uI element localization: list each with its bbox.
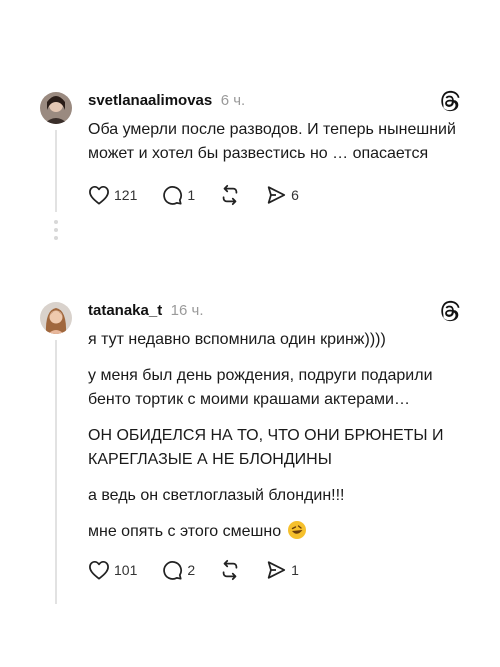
like-count: 101 (114, 562, 138, 578)
username[interactable]: svetlanaalimovas (88, 92, 212, 109)
comment-icon (163, 186, 183, 205)
thread-line (55, 130, 57, 212)
like-button[interactable]: 101 (88, 560, 137, 580)
share-icon (267, 561, 286, 579)
repost-button[interactable] (219, 184, 241, 206)
avatar[interactable] (40, 92, 72, 124)
action-bar: 121 1 6 (88, 183, 460, 207)
action-bar: 101 2 1 (88, 558, 460, 582)
thread-continuation-dots (52, 220, 60, 244)
like-count: 121 (114, 187, 138, 203)
heart-icon (89, 560, 109, 580)
timestamp: 6 ч. (220, 92, 246, 109)
avatar[interactable] (40, 302, 72, 334)
heart-icon (89, 185, 109, 205)
repost-icon (222, 559, 238, 581)
post-text: у меня был день рождения, подруги подари… (88, 367, 433, 408)
rofl-emoji-icon (287, 521, 306, 539)
reply-count: 1 (187, 187, 196, 203)
post-text: а ведь он светлоглазый блондин!!! (88, 487, 345, 504)
reply-button[interactable]: 1 (161, 184, 195, 206)
share-button[interactable]: 1 (265, 559, 299, 581)
threads-logo-icon (441, 300, 460, 322)
post-text: я тут недавно вспомнила один кринж)))) (88, 331, 386, 348)
share-icon (267, 186, 286, 204)
comment-icon (163, 561, 183, 580)
share-count: 1 (291, 562, 299, 578)
threads-logo-icon (441, 90, 460, 112)
thread-line (55, 340, 57, 604)
repost-button[interactable] (219, 559, 241, 581)
post-text: ОН ОБИДЕЛСЯ НА ТО, ЧТО ОНИ БРЮНЕТЫ И КАР… (88, 427, 444, 468)
post-text: мне опять с этого смешно (88, 523, 282, 540)
timestamp: 16 ч. (170, 302, 204, 319)
share-button[interactable]: 6 (265, 184, 299, 206)
reply-count: 2 (187, 562, 196, 578)
reply-button[interactable]: 2 (161, 559, 195, 581)
post-text: Оба умерли после разводов. И теперь ныне… (88, 121, 456, 162)
post-text-line: мне опять с этого смешно (88, 520, 460, 544)
username[interactable]: tatanaka_t (88, 302, 162, 319)
share-count: 6 (291, 187, 299, 203)
like-button[interactable]: 121 (88, 185, 137, 205)
repost-icon (222, 184, 238, 206)
